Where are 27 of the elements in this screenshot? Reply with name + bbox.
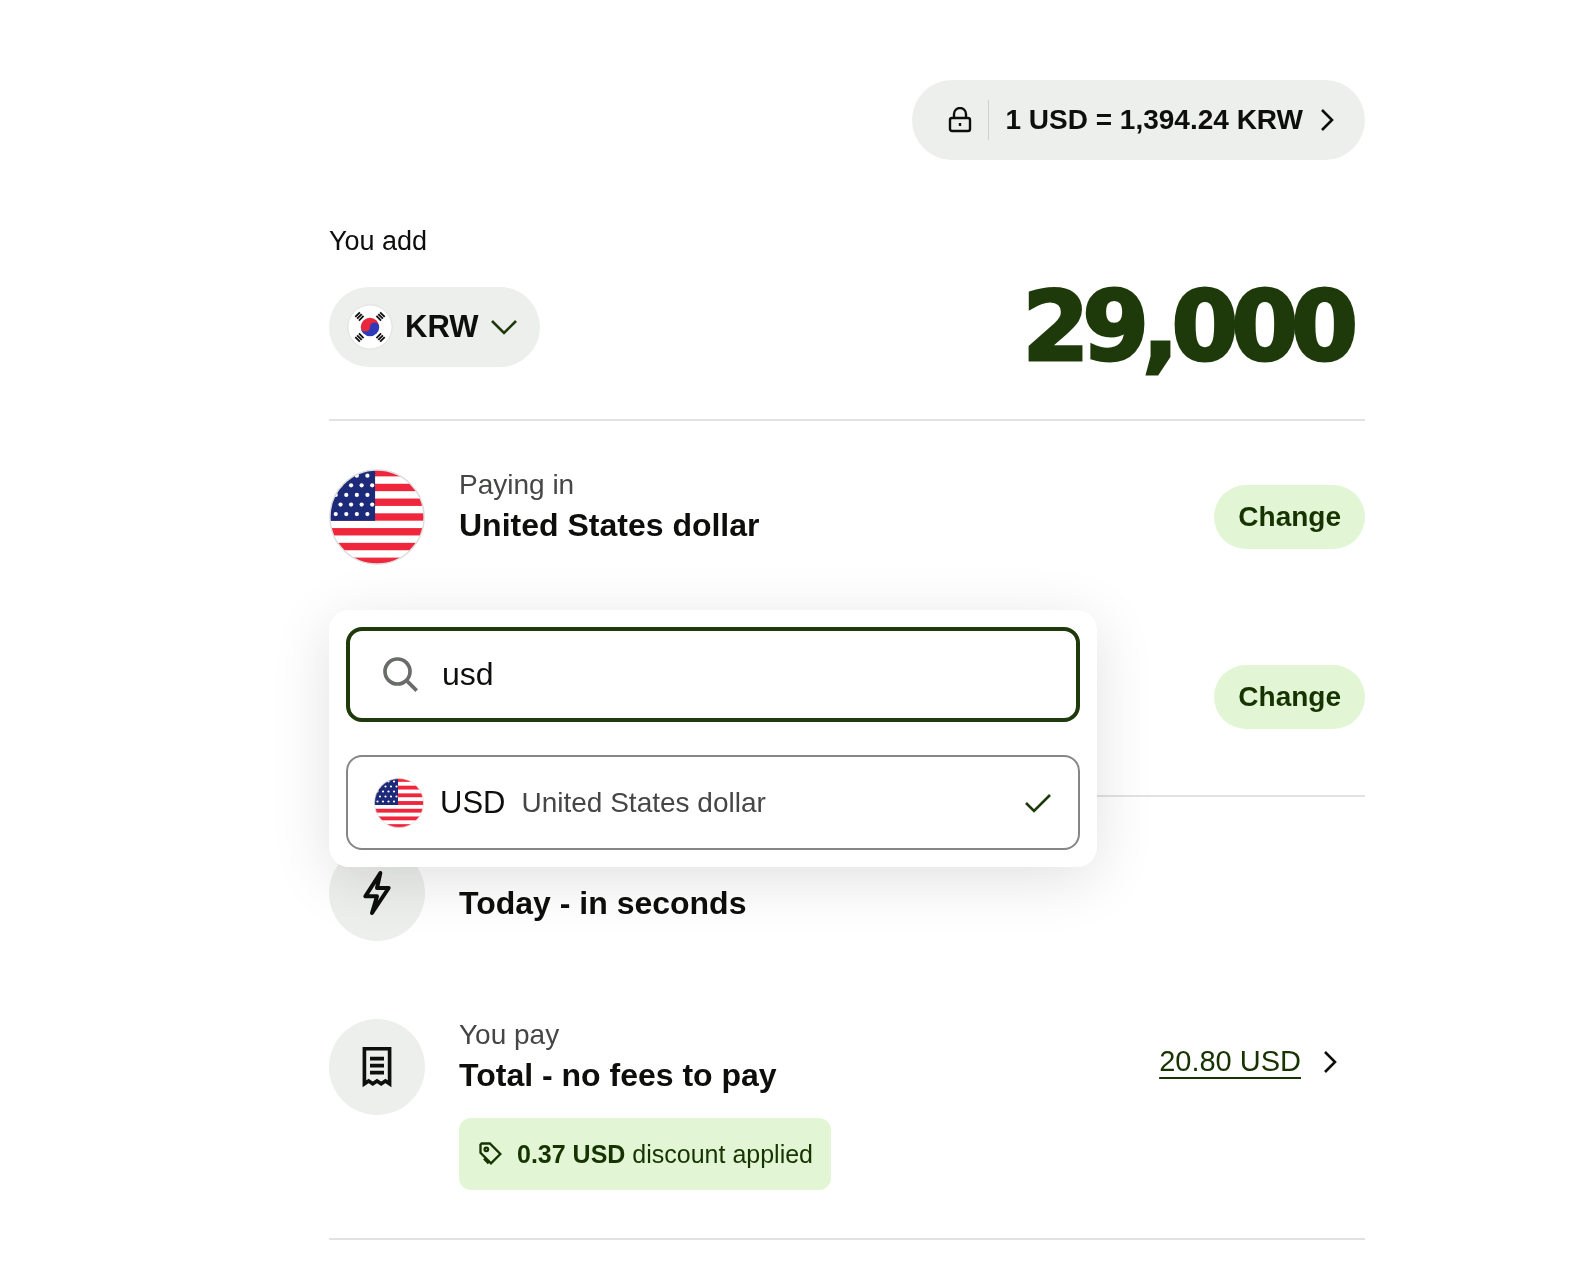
row-label: Paying in xyxy=(459,469,576,501)
change-button[interactable]: Change xyxy=(1214,485,1365,549)
chevron-right-icon xyxy=(1323,1048,1337,1075)
you-add-label: You add xyxy=(329,226,429,257)
search-field[interactable]: usd xyxy=(346,627,1080,722)
check-icon xyxy=(1024,791,1052,814)
search-icon xyxy=(380,654,420,694)
lock-icon xyxy=(948,107,973,133)
change-button[interactable]: Change xyxy=(1214,665,1365,729)
flag-icon xyxy=(347,304,393,350)
row-value: Today - in seconds xyxy=(459,885,748,922)
pay-amount-link[interactable]: 20.80 USD xyxy=(1159,1045,1301,1078)
row-label: You pay xyxy=(459,1019,561,1051)
chevron-down-icon xyxy=(490,319,519,335)
currency-name: United States dollar xyxy=(521,786,767,819)
rate-button[interactable]: 1 USD = 1,394.24 KRW xyxy=(912,80,1365,160)
currency-selector[interactable]: KRW xyxy=(329,287,541,367)
chevron-right-icon xyxy=(1319,107,1335,133)
currency-option[interactable]: USD United States dollar xyxy=(346,755,1080,850)
amount-value: 29,000 xyxy=(1022,271,1351,383)
receipt-icon xyxy=(360,1046,394,1088)
row-value: United States dollar xyxy=(459,507,761,544)
discount-badge: 0.37 USD discount applied xyxy=(459,1118,832,1190)
flag-icon xyxy=(329,469,425,565)
flag-icon xyxy=(374,777,424,828)
currency-code: USD xyxy=(440,784,506,821)
row-value: Total - no fees to pay xyxy=(459,1057,778,1094)
